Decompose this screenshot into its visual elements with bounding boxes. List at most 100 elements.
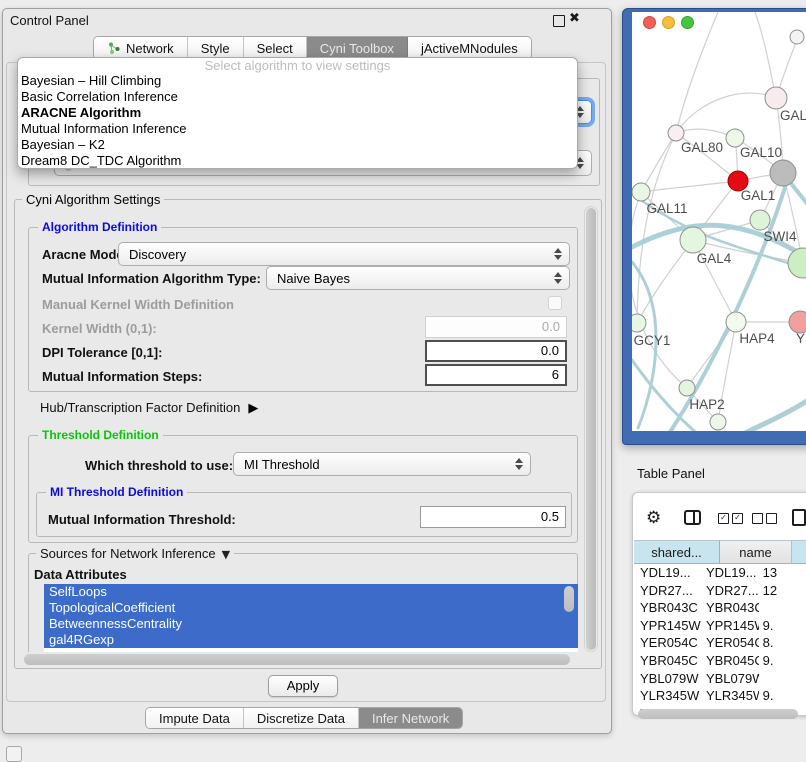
which-threshold-combo[interactable]: MI Threshold [233,452,531,476]
tab-cyni-toolbox[interactable]: Cyni Toolbox [307,37,408,59]
tab-jactivemnodules[interactable]: jActiveMNodules [408,37,531,59]
table-cell [759,599,806,617]
settings-horizontal-scrollbar[interactable] [22,653,580,666]
network-node[interactable] [765,87,787,109]
tab-infer-network[interactable]: Infer Network [359,708,462,728]
table-row[interactable]: YBR045CYBR045C9. [634,652,806,670]
network-node[interactable] [770,160,796,186]
hub-definition-toggle[interactable]: Hub/Transcription Factor Definition▶ [40,400,258,416]
deselect-all-checkboxes-icon[interactable] [752,513,777,524]
mi-threshold-field[interactable]: 0.5 [420,506,566,528]
expand-down-icon: ▼ [222,548,230,561]
table-column-header[interactable]: name [720,540,792,564]
attribute-list-item[interactable]: SelfLoops [44,584,578,600]
network-node[interactable] [789,311,806,333]
data-attributes-list: SelfLoopsTopologicalCoefficientBetweenne… [44,584,578,652]
network-node[interactable] [632,314,646,332]
table-row[interactable]: YER054CYER054C8. [634,634,806,652]
apply-button[interactable]: Apply [268,675,338,697]
close-window-icon[interactable]: ✖ [569,11,580,26]
network-node[interactable] [726,312,746,332]
table-column-header[interactable]: shared... [634,540,720,564]
attribute-list-item[interactable]: TopologicalCoefficient [44,600,578,616]
table-cell: YDL19... [702,564,759,582]
network-node[interactable] [680,227,706,253]
network-node[interactable] [788,248,806,278]
network-node[interactable] [679,380,695,396]
table-row[interactable]: YDR27...YDR27...12 [634,582,806,600]
column-layout-icon[interactable] [684,510,701,525]
gear-icon[interactable]: ⚙ [646,510,661,527]
sources-title[interactable]: Sources for Network Inference▼ [36,546,234,561]
mi-type-combo[interactable]: Naive Bayes [266,266,570,290]
tab-network[interactable]: Network [94,37,188,59]
expand-right-icon: ▶ [248,401,258,416]
window-minimize-traffic-light[interactable] [662,16,675,29]
network-node[interactable] [668,125,684,141]
network-node-label: GAL10 [740,145,782,160]
table-header: shared...nameA [634,540,806,564]
popup-prompt: Select algorithm to view settings [18,58,577,73]
aracne-mode-combo[interactable]: Discovery [118,242,570,266]
window-close-traffic-light[interactable] [643,16,656,29]
select-all-checkboxes-icon[interactable]: ✓✓ [718,513,743,524]
tab-select[interactable]: Select [244,37,307,59]
network-node[interactable] [790,30,804,44]
attribute-list-item[interactable]: BetweennessCentrality [44,616,578,632]
table-row[interactable]: YDL19...YDL19...13 [634,564,806,582]
kernel-width-label: Kernel Width (0,1): [42,321,157,336]
tab-style[interactable]: Style [188,37,244,59]
manual-kernel-checkbox[interactable] [548,296,562,310]
popup-menu-item[interactable]: Bayesian – Hill Climbing [18,73,577,89]
tab-discretize-data[interactable]: Discretize Data [244,708,359,728]
table-cell: 9. [759,652,806,670]
network-node[interactable] [710,414,726,430]
table-cell: YBR043C [702,599,759,617]
table-cell: YBR043C [634,599,702,617]
settings-vertical-scrollbar[interactable] [584,206,598,652]
network-node-label: GAL1 [741,188,776,203]
table-cell: YBR045C [634,652,702,670]
table-cell: YPR145W [702,617,759,635]
dpi-tolerance-field[interactable]: 0.0 [425,340,567,362]
table-cell: 8. [759,634,806,652]
network-node-label: SWI4 [763,229,796,244]
kernel-width-field[interactable]: 0.0 [425,316,567,338]
attributes-list-scrollbar[interactable] [564,586,574,648]
tab-impute-data[interactable]: Impute Data [146,708,244,728]
mi-threshold-title: MI Threshold Definition [46,485,187,499]
network-node[interactable] [632,183,650,201]
network-tab-icon [107,41,121,55]
popup-menu-item[interactable]: Bayesian – K2 [18,137,577,153]
table-column-header[interactable]: A [792,540,806,564]
network-node-label: GAL [780,108,806,123]
panel-corner-button[interactable] [6,746,22,762]
window-zoom-traffic-light[interactable] [681,16,694,29]
popup-menu-item[interactable]: Basic Correlation Inference [18,89,577,105]
table-row[interactable]: YBL079WYBL079W [634,670,806,688]
mi-steps-label: Mutual Information Steps: [42,369,202,384]
popup-menu-item[interactable]: Dream8 DC_TDC Algorithm [18,153,577,169]
aracne-mode-label: Aracne Mode: [42,247,128,262]
table-cell: YPR145W [634,617,702,635]
network-node-label: Y [796,331,805,346]
table-horizontal-scrollbar[interactable] [636,709,802,719]
table-cell: YER054C [702,634,759,652]
popup-menu-item[interactable]: ARACNE Algorithm [18,105,577,121]
combo-arrows-icon [550,248,566,260]
mi-steps-field[interactable]: 6 [425,364,567,386]
dpi-tolerance-label: DPI Tolerance [0,1]: [42,345,162,360]
table-cell: YBL079W [634,670,702,688]
table-row[interactable]: YPR145WYPR145W9. [634,617,806,635]
float-window-icon[interactable] [553,15,565,27]
network-node[interactable] [750,210,770,230]
document-icon[interactable] [792,509,806,526]
attribute-list-item[interactable]: gal4RGexp [44,632,578,648]
table-row[interactable]: YBR043CYBR043C [634,599,806,617]
table-cell: YLR345W [634,687,702,705]
table-row[interactable]: YLR345WYLR345W9. [634,687,806,705]
algorithm-dropdown-popup: Select algorithm to view settings Bayesi… [17,57,578,169]
popup-menu-item[interactable]: Mutual Information Inference [18,121,577,137]
table-cell: 9. [759,687,806,705]
network-canvas[interactable]: GALGAL80GAL10GAL1GAL11SWI4GAL4HAP4YGCY1H… [632,12,806,431]
